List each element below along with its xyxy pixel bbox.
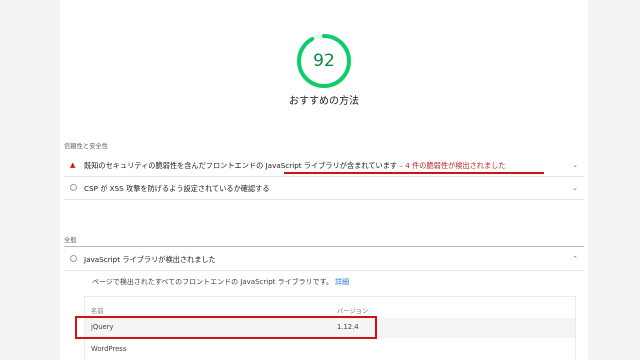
table-row: WordPress [85, 340, 575, 360]
audit-title-line: 既知のセキュリティの脆弱性を含んだフロントエンドの JavaScript ライブ… [84, 161, 506, 171]
audit-title: JavaScript ライブラリが検出されました [84, 255, 216, 264]
highlight-box [75, 316, 377, 339]
pass-circle-icon [70, 184, 77, 194]
section-label-general: 全般 [64, 237, 77, 244]
audit-description: ページで検出されたすべてのフロントエンドの JavaScript ライブラリです… [92, 277, 349, 287]
audit-js-libraries[interactable]: JavaScript ライブラリが検出されました ⌃ [64, 250, 584, 271]
audit-title: CSP が XSS 攻撃を防げるよう設定されているか確認する [84, 184, 270, 193]
category-title: おすすめの方法 [289, 96, 359, 107]
audit-csp-xss[interactable]: CSP が XSS 攻撃を防げるよう設定されているか確認する ⌄ [64, 179, 584, 200]
chevron-down-icon: ⌄ [572, 161, 578, 169]
column-header-name: 名前 [91, 308, 104, 315]
audit-title: 既知のセキュリティの脆弱性を含んだフロントエンドの JavaScript ライブ… [84, 161, 398, 170]
highlight-underline [284, 172, 544, 174]
description-text: ページで検出されたすべてのフロントエンドの JavaScript ライブラリです… [92, 278, 333, 286]
pass-circle-icon [70, 255, 77, 265]
lighthouse-report-panel: 92 おすすめの方法 信頼性と安全性 ▲ 既知のセキュリティの脆弱性を含んだフロ… [60, 0, 588, 360]
column-header-version: バージョン [337, 308, 369, 315]
section-divider [64, 246, 584, 247]
chevron-up-icon: ⌃ [572, 255, 578, 263]
score-value: 92 [313, 51, 335, 71]
chevron-down-icon: ⌄ [572, 184, 578, 192]
warning-triangle-icon: ▲ [70, 161, 76, 169]
audit-detail-count: – 4 件の脆弱性が検出されました [397, 161, 506, 170]
learn-more-link[interactable]: 詳細 [335, 278, 349, 286]
section-label-trust-safety: 信頼性と安全性 [64, 143, 109, 150]
library-name: WordPress [91, 345, 127, 353]
